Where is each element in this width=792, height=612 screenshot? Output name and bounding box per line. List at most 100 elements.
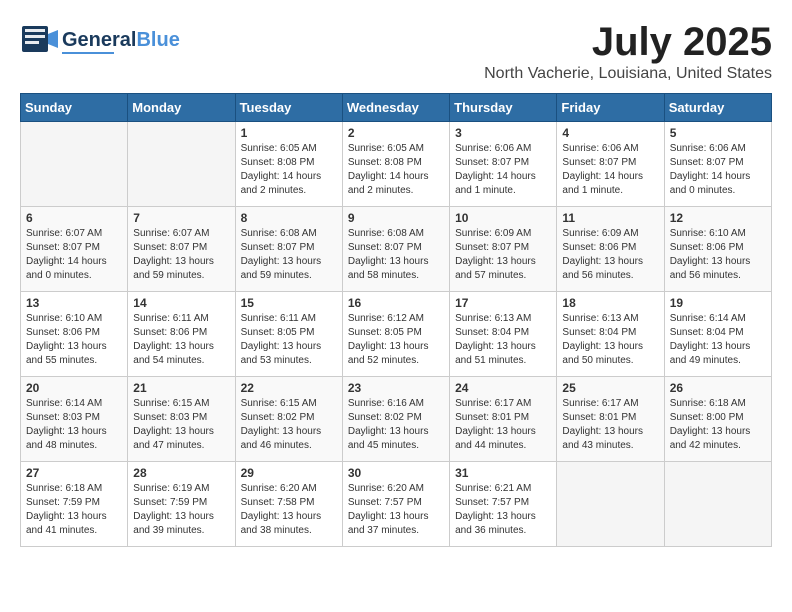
calendar-cell [557, 462, 664, 547]
day-info: Sunrise: 6:17 AM Sunset: 8:01 PM Dayligh… [455, 397, 551, 453]
day-number: 15 [241, 296, 337, 310]
day-info: Sunrise: 6:05 AM Sunset: 8:08 PM Dayligh… [241, 142, 337, 198]
calendar-cell: 9Sunrise: 6:08 AM Sunset: 8:07 PM Daylig… [342, 207, 449, 292]
day-header-friday: Friday [557, 94, 664, 122]
day-info: Sunrise: 6:11 AM Sunset: 8:05 PM Dayligh… [241, 312, 337, 368]
day-number: 23 [348, 381, 444, 395]
day-number: 20 [26, 381, 122, 395]
title-block: July 2025 North Vacherie, Louisiana, Uni… [484, 20, 772, 83]
calendar-week-3: 13Sunrise: 6:10 AM Sunset: 8:06 PM Dayli… [21, 292, 772, 377]
calendar-week-5: 27 Sunrise: 6:18 AM Sunset: 7:59 PM Dayli… [21, 462, 772, 547]
day-info: Sunrise: 6:09 AM Sunset: 8:06 PM Dayligh… [562, 227, 658, 283]
calendar-cell: 28 Sunrise: 6:19 AM Sunset: 7:59 PM Dayli… [128, 462, 235, 547]
calendar-week-4: 20 Sunrise: 6:14 AM Sunset: 8:03 PM Dayli… [21, 377, 772, 462]
day-number: 3 [455, 126, 551, 140]
calendar-cell: 23 Sunrise: 6:16 AM Sunset: 8:02 PM Dayli… [342, 377, 449, 462]
day-info: Sunrise: 6:06 AM Sunset: 8:07 PM Dayligh… [455, 142, 551, 198]
day-info: Sunrise: 6:14 AM Sunset: 8:03 PM Dayligh… [26, 397, 122, 453]
calendar-cell: 25 Sunrise: 6:17 AM Sunset: 8:01 PM Dayli… [557, 377, 664, 462]
calendar-cell: 4 Sunrise: 6:06 AM Sunset: 8:07 PM Daylig… [557, 122, 664, 207]
day-info: Sunrise: 6:12 AM Sunset: 8:05 PM Dayligh… [348, 312, 444, 368]
calendar-header-row: SundayMondayTuesdayWednesdayThursdayFrid… [21, 94, 772, 122]
day-number: 16 [348, 296, 444, 310]
calendar-cell: 10Sunrise: 6:09 AM Sunset: 8:07 PM Dayli… [450, 207, 557, 292]
logo-underline [62, 52, 114, 55]
page-header: GeneralBlue July 2025 North Vacherie, Lo… [20, 20, 772, 83]
calendar-cell: 15 Sunrise: 6:11 AM Sunset: 8:05 PM Dayli… [235, 292, 342, 377]
day-info: Sunrise: 6:19 AM Sunset: 7:59 PM Dayligh… [133, 482, 229, 538]
calendar-cell: 12Sunrise: 6:10 AM Sunset: 8:06 PM Dayli… [664, 207, 771, 292]
day-number: 13 [26, 296, 122, 310]
logo-text-general: General [62, 29, 136, 51]
day-number: 30 [348, 466, 444, 480]
day-number: 27 [26, 466, 122, 480]
calendar-cell: 5 Sunrise: 6:06 AM Sunset: 8:07 PM Daylig… [664, 122, 771, 207]
logo-text-blue: Blue [136, 29, 179, 51]
day-info: Sunrise: 6:18 AM Sunset: 7:59 PM Dayligh… [26, 482, 122, 538]
day-info: Sunrise: 6:06 AM Sunset: 8:07 PM Dayligh… [562, 142, 658, 198]
day-info: Sunrise: 6:21 AM Sunset: 7:57 PM Dayligh… [455, 482, 551, 538]
logo: GeneralBlue [20, 20, 180, 63]
calendar-cell: 22Sunrise: 6:15 AM Sunset: 8:02 PM Dayli… [235, 377, 342, 462]
day-number: 5 [670, 126, 766, 140]
calendar-cell [128, 122, 235, 207]
calendar-cell: 31 Sunrise: 6:21 AM Sunset: 7:57 PM Dayli… [450, 462, 557, 547]
day-info: Sunrise: 6:14 AM Sunset: 8:04 PM Dayligh… [670, 312, 766, 368]
day-header-tuesday: Tuesday [235, 94, 342, 122]
day-number: 29 [241, 466, 337, 480]
day-number: 31 [455, 466, 551, 480]
day-info: Sunrise: 6:06 AM Sunset: 8:07 PM Dayligh… [670, 142, 766, 198]
month-title: July 2025 [484, 20, 772, 65]
calendar-cell: 7Sunrise: 6:07 AM Sunset: 8:07 PM Daylig… [128, 207, 235, 292]
day-info: Sunrise: 6:15 AM Sunset: 8:03 PM Dayligh… [133, 397, 229, 453]
calendar-cell: 21 Sunrise: 6:15 AM Sunset: 8:03 PM Dayli… [128, 377, 235, 462]
calendar-cell: 17 Sunrise: 6:13 AM Sunset: 8:04 PM Dayli… [450, 292, 557, 377]
day-header-monday: Monday [128, 94, 235, 122]
day-info: Sunrise: 6:13 AM Sunset: 8:04 PM Dayligh… [455, 312, 551, 368]
calendar-week-2: 6Sunrise: 6:07 AM Sunset: 8:07 PM Daylig… [21, 207, 772, 292]
day-number: 26 [670, 381, 766, 395]
day-info: Sunrise: 6:11 AM Sunset: 8:06 PM Dayligh… [133, 312, 229, 368]
day-info: Sunrise: 6:08 AM Sunset: 8:07 PM Dayligh… [348, 227, 444, 283]
day-number: 6 [26, 211, 122, 225]
day-info: Sunrise: 6:18 AM Sunset: 8:00 PM Dayligh… [670, 397, 766, 453]
day-info: Sunrise: 6:17 AM Sunset: 8:01 PM Dayligh… [562, 397, 658, 453]
day-header-wednesday: Wednesday [342, 94, 449, 122]
location-title: North Vacherie, Louisiana, United States [484, 65, 772, 83]
calendar-cell: 19Sunrise: 6:14 AM Sunset: 8:04 PM Dayli… [664, 292, 771, 377]
day-header-saturday: Saturday [664, 94, 771, 122]
day-info: Sunrise: 6:16 AM Sunset: 8:02 PM Dayligh… [348, 397, 444, 453]
day-number: 28 [133, 466, 229, 480]
calendar-cell: 13Sunrise: 6:10 AM Sunset: 8:06 PM Dayli… [21, 292, 128, 377]
calendar-cell: 26 Sunrise: 6:18 AM Sunset: 8:00 PM Dayli… [664, 377, 771, 462]
day-number: 7 [133, 211, 229, 225]
calendar-week-1: 1Sunrise: 6:05 AM Sunset: 8:08 PM Daylig… [21, 122, 772, 207]
day-info: Sunrise: 6:05 AM Sunset: 8:08 PM Dayligh… [348, 142, 444, 198]
day-header-sunday: Sunday [21, 94, 128, 122]
day-info: Sunrise: 6:15 AM Sunset: 8:02 PM Dayligh… [241, 397, 337, 453]
calendar-cell: 14 Sunrise: 6:11 AM Sunset: 8:06 PM Dayli… [128, 292, 235, 377]
day-number: 11 [562, 211, 658, 225]
day-number: 4 [562, 126, 658, 140]
calendar-cell: 1Sunrise: 6:05 AM Sunset: 8:08 PM Daylig… [235, 122, 342, 207]
day-number: 2 [348, 126, 444, 140]
day-info: Sunrise: 6:20 AM Sunset: 7:57 PM Dayligh… [348, 482, 444, 538]
day-header-thursday: Thursday [450, 94, 557, 122]
day-number: 24 [455, 381, 551, 395]
calendar-cell: 8Sunrise: 6:08 AM Sunset: 8:07 PM Daylig… [235, 207, 342, 292]
day-number: 21 [133, 381, 229, 395]
day-number: 25 [562, 381, 658, 395]
calendar-cell: 27 Sunrise: 6:18 AM Sunset: 7:59 PM Dayli… [21, 462, 128, 547]
day-number: 17 [455, 296, 551, 310]
day-number: 10 [455, 211, 551, 225]
calendar-cell: 16 Sunrise: 6:12 AM Sunset: 8:05 PM Dayli… [342, 292, 449, 377]
day-info: Sunrise: 6:20 AM Sunset: 7:58 PM Dayligh… [241, 482, 337, 538]
day-info: Sunrise: 6:08 AM Sunset: 8:07 PM Dayligh… [241, 227, 337, 283]
day-number: 14 [133, 296, 229, 310]
day-info: Sunrise: 6:13 AM Sunset: 8:04 PM Dayligh… [562, 312, 658, 368]
calendar-cell [664, 462, 771, 547]
calendar-table: SundayMondayTuesdayWednesdayThursdayFrid… [20, 93, 772, 547]
calendar-cell: 30 Sunrise: 6:20 AM Sunset: 7:57 PM Dayli… [342, 462, 449, 547]
calendar-body: 1Sunrise: 6:05 AM Sunset: 8:08 PM Daylig… [21, 122, 772, 547]
calendar-cell: 24 Sunrise: 6:17 AM Sunset: 8:01 PM Dayli… [450, 377, 557, 462]
